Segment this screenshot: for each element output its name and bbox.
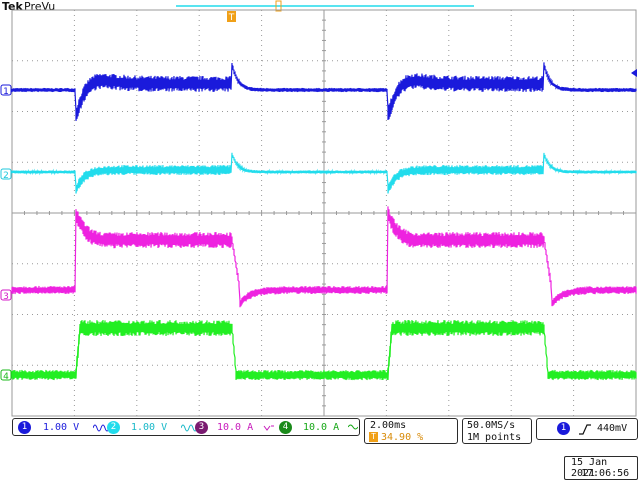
graticule	[11, 9, 637, 417]
ch3-chip[interactable]: 3	[195, 421, 208, 434]
trigger-level: 440mV	[597, 423, 628, 434]
trigger-pos-t-icon: T	[369, 432, 378, 442]
trigger-level-arrow-icon[interactable]	[631, 69, 637, 77]
ch2-marker-label: 2	[3, 171, 9, 181]
ch1-ground-marker[interactable]: 1	[0, 84, 12, 97]
trigger-position: 34.90 %	[381, 432, 424, 443]
t-marker-label: T	[228, 13, 235, 23]
ch4-scale[interactable]: 10.0 A	[303, 422, 339, 433]
timebase-readout[interactable]: 2.00ms T 34.90 %	[364, 418, 458, 444]
acquisition-readout[interactable]: 50.0MS/s 1M points	[462, 418, 532, 444]
ch4-ground-marker[interactable]: 4	[0, 369, 12, 382]
ch2-chip[interactable]: 2	[107, 421, 120, 434]
ch3-marker-label: 3	[3, 292, 9, 302]
ch3-coupling-icon	[263, 425, 274, 431]
channel-readouts: 1 1.00 V 2 1.00 V 3 10.0 A 4 10.0 A	[12, 418, 360, 436]
record-length: 1M points	[467, 432, 522, 443]
trigger-source-chip: 1	[557, 422, 570, 435]
ch4-coupling-icon	[348, 424, 358, 430]
ch2-scale[interactable]: 1.00 V	[131, 422, 167, 433]
sample-rate: 50.0MS/s	[467, 420, 516, 431]
bottom-readout-bar: 1 1.00 V 2 1.00 V 3 10.0 A 4 10.0 A 2.00…	[0, 418, 640, 480]
trigger-position-marker[interactable]: T	[227, 11, 236, 23]
horizontal-scale: 2.00ms	[370, 420, 407, 431]
waveform-display: T 1 2 3 4	[0, 0, 637, 417]
ch4-chip[interactable]: 4	[279, 421, 292, 434]
rising-edge-icon	[579, 424, 591, 435]
ch1-scale[interactable]: 1.00 V	[43, 422, 79, 433]
date-time-readout: 15 Jan 2021 17:06:56	[564, 456, 638, 480]
time: 17:06:56	[581, 468, 630, 479]
ch1-chip[interactable]: 1	[18, 421, 31, 434]
ch3-ground-marker[interactable]: 3	[0, 289, 12, 302]
trigger-readout[interactable]: 1 440mV	[536, 418, 638, 440]
ch4-marker-label: 4	[3, 372, 9, 382]
ch3-scale[interactable]: 10.0 A	[217, 422, 253, 433]
ch1-marker-label: 1	[3, 87, 9, 97]
ch2-ground-marker[interactable]: 2	[0, 168, 12, 181]
